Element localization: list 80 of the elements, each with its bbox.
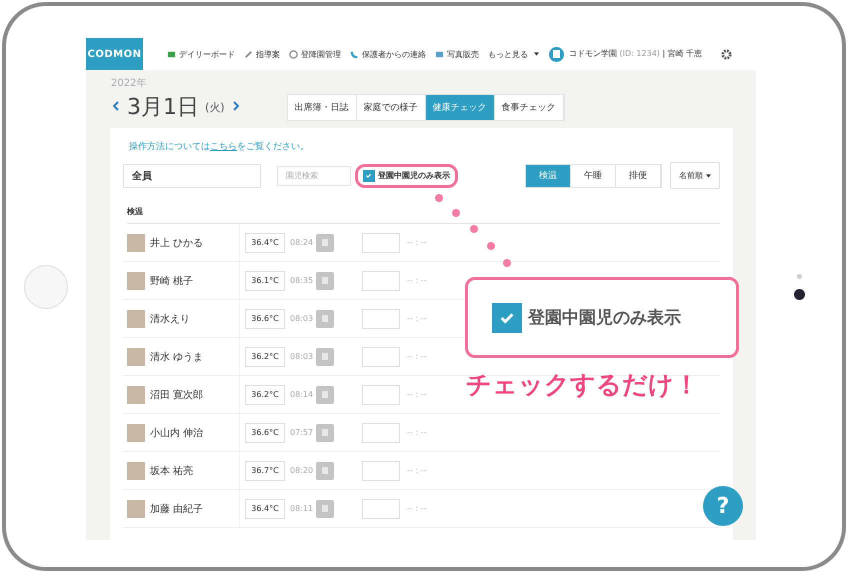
- sensor-icon: [796, 274, 802, 278]
- account-name: コドモン学園 (ID: 1234) | 宮崎 千恵: [569, 48, 702, 60]
- camera-icon: [794, 288, 804, 300]
- time-label: 08:35: [290, 276, 314, 285]
- input-field[interactable]: [362, 384, 400, 404]
- time-label: 08:11: [290, 504, 314, 513]
- photo-placeholder: [127, 234, 145, 252]
- time-label: 08:03: [290, 314, 314, 323]
- photo-placeholder: [127, 272, 145, 290]
- photo-placeholder: [127, 424, 145, 442]
- photo-placeholder: [127, 348, 145, 366]
- temperature-field[interactable]: 36.4°C: [245, 232, 285, 252]
- group-select[interactable]: 全員: [123, 164, 261, 188]
- temperature-field[interactable]: 36.6°C: [245, 422, 285, 442]
- attending-only-checkbox[interactable]: 登園中園児のみ表示: [363, 170, 450, 182]
- time-label: 08:14: [290, 390, 314, 399]
- callout-caption: チェックするだけ！: [466, 369, 699, 401]
- phone-icon: [350, 50, 359, 58]
- chevron-right-icon: [232, 101, 239, 111]
- delete-button[interactable]: [316, 500, 334, 518]
- child-name: 野崎 桃子: [150, 274, 194, 288]
- nav-link[interactable]: 登降園管理: [289, 48, 341, 60]
- input-field[interactable]: [362, 346, 400, 366]
- board-icon: [167, 50, 176, 58]
- time-label: 08:20: [290, 466, 314, 475]
- delete-button[interactable]: [316, 348, 334, 366]
- photo-placeholder: [127, 462, 145, 480]
- child-name: 清水 ゆうま: [150, 350, 204, 364]
- caret-icon: [534, 52, 539, 56]
- child-name: 坂本 祐亮: [150, 464, 194, 478]
- input-field[interactable]: [362, 460, 400, 480]
- child-name: 井上 ひかる: [150, 236, 204, 250]
- clock-icon: [289, 50, 298, 58]
- help-text: 操作方法についてはこちら をご覧ください。: [129, 140, 310, 153]
- temperature-field[interactable]: 36.2°C: [245, 346, 285, 366]
- delete-button[interactable]: [316, 386, 334, 404]
- child-name: 加藤 由紀子: [150, 502, 204, 516]
- logo: CODMON: [86, 38, 143, 70]
- weekday-label: (火): [205, 100, 225, 114]
- year-label: 2022年: [111, 77, 148, 90]
- settings-icon[interactable]: [721, 48, 732, 60]
- input-field[interactable]: [362, 308, 400, 328]
- child-name: 小山内 伸治: [150, 426, 204, 440]
- time-label: 08:03: [290, 352, 314, 361]
- temperature-field[interactable]: 36.4°C: [245, 498, 285, 518]
- input-field[interactable]: [362, 498, 400, 518]
- temperature-field[interactable]: 36.7°C: [245, 460, 285, 480]
- pencil-icon: [244, 50, 253, 58]
- picture-icon: [435, 50, 444, 58]
- time-label: 08:24: [290, 238, 314, 247]
- delete-button[interactable]: [316, 234, 334, 252]
- child-name: 清水えり: [150, 312, 190, 326]
- nav-link[interactable]: デイリーボード: [167, 48, 235, 60]
- sort-dropdown[interactable]: 名前順: [670, 162, 720, 189]
- nav-link[interactable]: 保護者からの連絡: [350, 48, 426, 60]
- temperature-field[interactable]: 36.2°C: [245, 384, 285, 404]
- chevron-left-icon: [113, 101, 119, 111]
- photo-placeholder: [127, 500, 145, 518]
- input-field[interactable]: [362, 270, 400, 290]
- child-name: 沼田 寛次郎: [150, 388, 204, 402]
- section-heading: 検温: [127, 206, 720, 224]
- search-field[interactable]: 園児検索: [277, 166, 351, 186]
- nav-link[interactable]: 指導案: [244, 48, 280, 60]
- date-label: 3月1日: [127, 94, 199, 122]
- nav-link[interactable]: 写真販売: [435, 48, 479, 60]
- temperature-field[interactable]: 36.1°C: [245, 270, 285, 290]
- photo-placeholder: [127, 386, 145, 404]
- checkmark-icon: [365, 172, 373, 180]
- time-label: 07:57: [290, 428, 314, 437]
- photo-placeholder: [127, 310, 145, 328]
- input-field[interactable]: [362, 422, 400, 442]
- home-button[interactable]: [24, 264, 68, 308]
- more-menu[interactable]: もっと見る: [488, 48, 539, 60]
- caret-icon: [706, 174, 711, 178]
- delete-button[interactable]: [316, 424, 334, 442]
- temperature-field[interactable]: 36.6°C: [245, 308, 285, 328]
- delete-button[interactable]: [316, 272, 334, 290]
- delete-button[interactable]: [316, 310, 334, 328]
- input-field[interactable]: [362, 232, 400, 252]
- delete-button[interactable]: [316, 462, 334, 480]
